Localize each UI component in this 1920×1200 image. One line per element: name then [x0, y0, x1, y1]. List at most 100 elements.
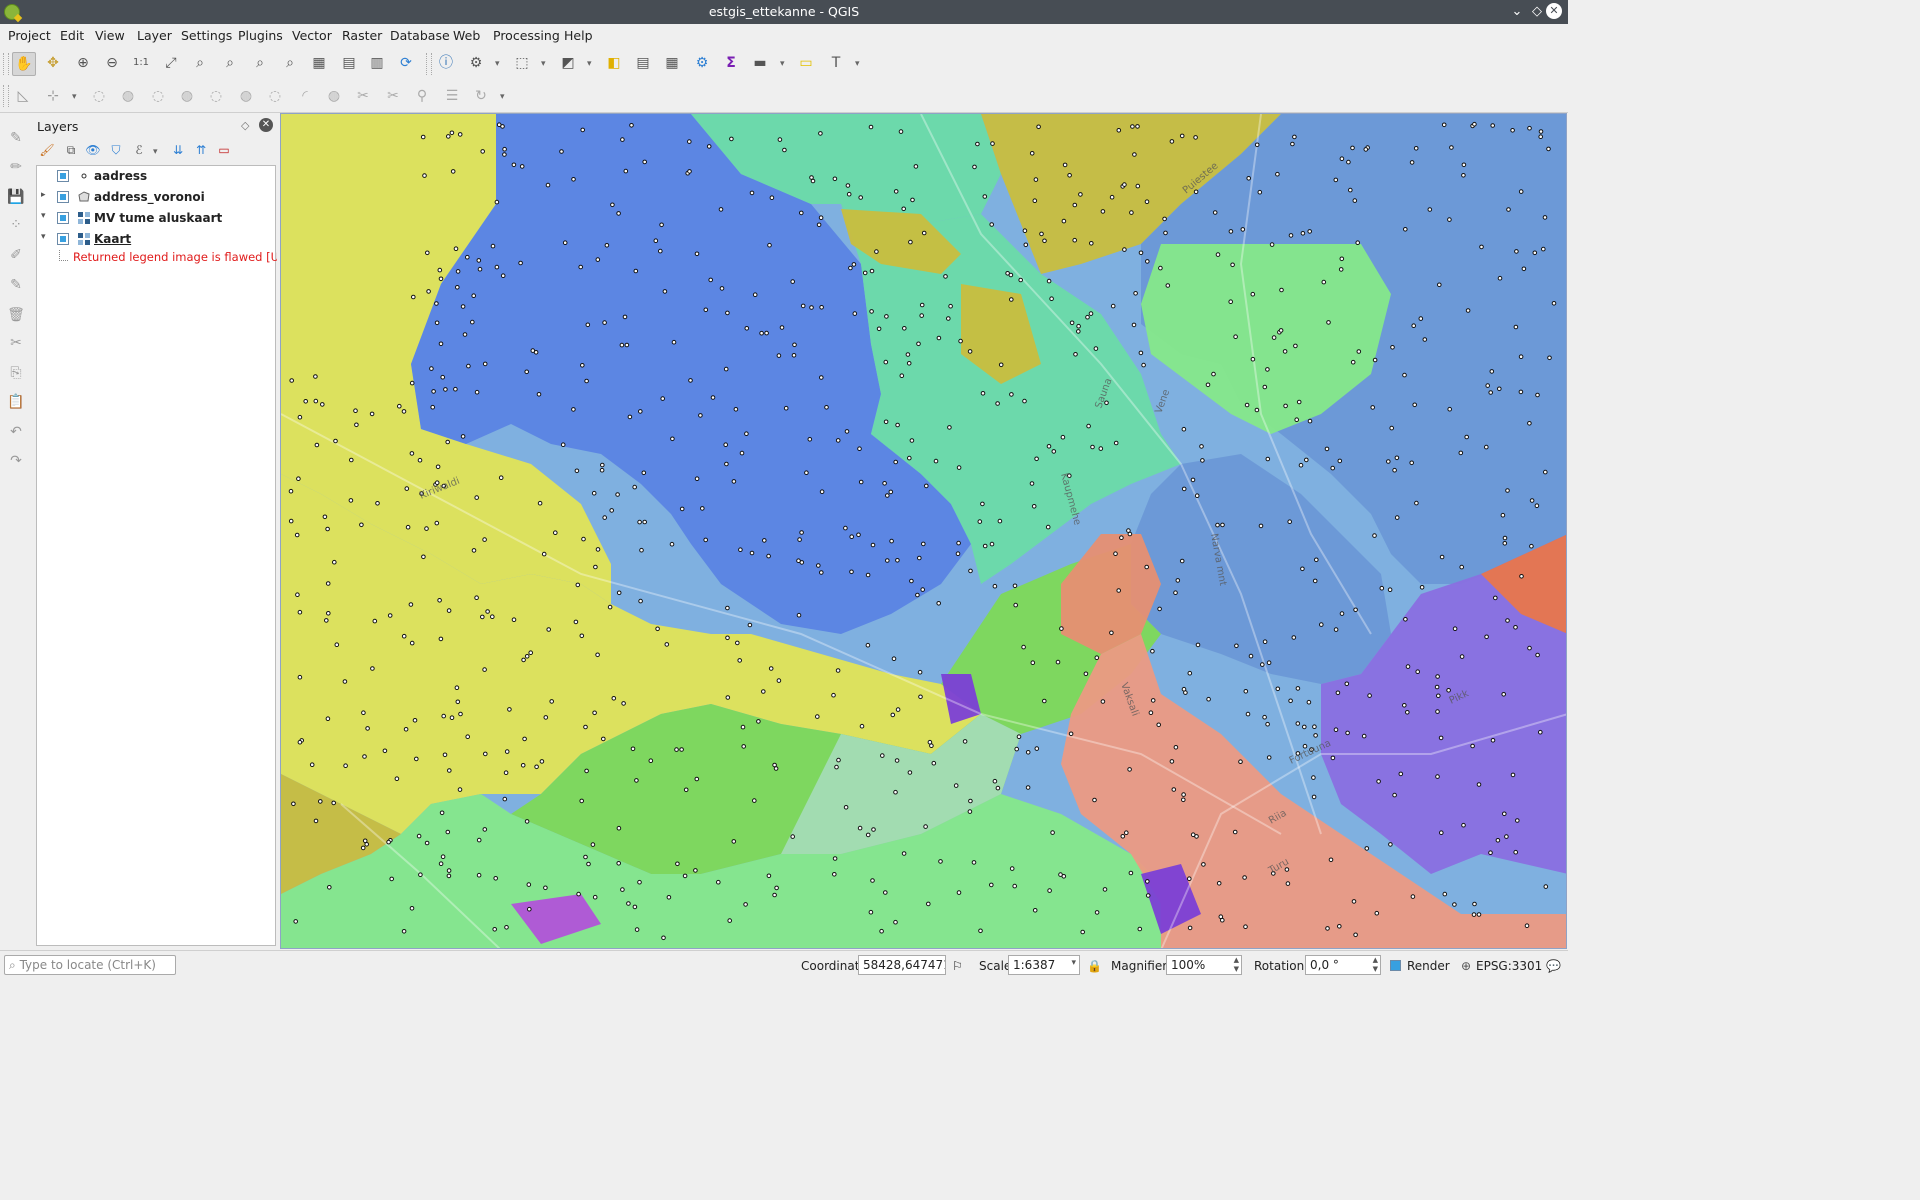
float-panel-icon[interactable]: ◇ — [241, 119, 249, 132]
deselect-all-icon[interactable]: ◧ — [603, 52, 625, 74]
lock-scale-icon[interactable]: 🔒 — [1087, 959, 1102, 973]
layer-row-kaart[interactable]: ▾ Kaart — [37, 229, 275, 250]
chevron-down-icon[interactable]: ▾ — [855, 60, 863, 69]
collapse-arrow-icon[interactable]: ▾ — [41, 232, 46, 242]
chevron-down-icon[interactable]: ▾ — [541, 60, 549, 69]
menu-database[interactable]: Database — [390, 28, 450, 43]
chevron-down-icon[interactable]: ▾ — [1071, 958, 1076, 968]
chevron-down-icon[interactable]: ▾ — [72, 93, 80, 102]
toggle-editing-icon[interactable]: ✏ — [5, 156, 27, 178]
delete-part-icon[interactable]: ◌ — [264, 85, 286, 107]
menu-web[interactable]: Web — [453, 28, 480, 43]
map-canvas[interactable]: Kiriwaldi Puiestee Sauna Vene Narva mnt … — [280, 113, 1567, 949]
zoom-last-icon[interactable]: ⌕ — [249, 52, 271, 74]
locate-search-field[interactable]: ⌕ Type to locate (Ctrl+K) — [4, 955, 176, 975]
rotate-point-symbols-icon[interactable]: ↻ — [470, 85, 492, 107]
collapse-arrow-icon[interactable]: ▾ — [41, 211, 46, 221]
select-by-value-icon[interactable]: ◩ — [557, 52, 579, 74]
expand-all-icon[interactable]: ⇊ — [169, 141, 187, 159]
minimize-icon[interactable]: ⌄ — [1508, 2, 1526, 22]
redo-icon[interactable]: ↷ — [5, 450, 27, 472]
cut-features-icon[interactable]: ✂ — [5, 332, 27, 354]
rotate-feature-icon[interactable]: ◌ — [88, 85, 110, 107]
layer-row-mv-tume-aluskaart[interactable]: ▾ MV tume aluskaart — [37, 208, 275, 229]
map-render[interactable]: Kiriwaldi Puiestee Sauna Vene Narva mnt … — [281, 114, 1567, 949]
attribute-table-icon[interactable]: ▤ — [632, 52, 654, 74]
reshape-icon[interactable]: ◜ — [294, 85, 316, 107]
merge-attributes-icon[interactable]: ☰ — [441, 85, 463, 107]
zoom-native-icon[interactable]: 1:1 — [130, 52, 152, 74]
close-panel-icon[interactable]: ✕ — [259, 118, 273, 132]
offset-curve-icon[interactable]: ◍ — [323, 85, 345, 107]
advanced-digitizing-icon[interactable]: ◺ — [12, 85, 34, 107]
coordinate-field[interactable]: 58428,6474719 — [858, 955, 946, 975]
temporal-icon[interactable]: ▥ — [366, 52, 388, 74]
add-vertex-icon[interactable]: ⊹ — [42, 85, 64, 107]
delete-ring-icon[interactable]: ◍ — [235, 85, 257, 107]
menu-plugins[interactable]: Plugins — [238, 28, 283, 43]
identify-features-icon[interactable]: ⓘ — [435, 52, 457, 74]
layer-visibility-checkbox[interactable] — [57, 170, 69, 182]
chevron-down-icon[interactable]: ▾ — [495, 60, 503, 69]
delete-selected-icon[interactable]: 🗑 — [5, 304, 27, 326]
crs-label[interactable]: EPSG:3301 — [1476, 959, 1542, 973]
toggle-extents-icon[interactable]: ⚐ — [952, 959, 963, 973]
pan-to-selection-icon[interactable]: ✥ — [42, 52, 64, 74]
menu-settings[interactable]: Settings — [181, 28, 232, 43]
add-ring-icon[interactable]: ◌ — [147, 85, 169, 107]
menu-raster[interactable]: Raster — [342, 28, 382, 43]
magnifier-spinbox[interactable]: 100% ▲ ▼ — [1166, 955, 1242, 975]
expand-arrow-icon[interactable]: ▸ — [41, 190, 46, 200]
layer-visibility-checkbox[interactable] — [57, 212, 69, 224]
chevron-down-icon[interactable]: ▾ — [153, 148, 161, 157]
simplify-icon[interactable]: ◍ — [117, 85, 139, 107]
menu-layer[interactable]: Layer — [137, 28, 172, 43]
zoom-selection-icon[interactable]: ⌕ — [189, 52, 211, 74]
split-parts-icon[interactable]: ✂ — [382, 85, 404, 107]
field-calculator-icon[interactable]: ▦ — [661, 52, 683, 74]
messages-icon[interactable]: 💬 — [1546, 959, 1561, 973]
menu-project[interactable]: Project — [8, 28, 51, 43]
chevron-down-icon[interactable]: ▾ — [500, 93, 508, 102]
zoom-full-icon[interactable]: ⤢ — [160, 52, 182, 74]
toolbar-grip[interactable] — [3, 85, 9, 107]
close-window-icon[interactable]: ✕ — [1546, 3, 1562, 19]
layer-row-aadress[interactable]: aadress — [37, 166, 275, 187]
select-features-icon[interactable]: ⬚ — [511, 52, 533, 74]
processing-toolbox-icon[interactable]: ⚙ — [691, 52, 713, 74]
modify-attributes-icon[interactable]: ✎ — [5, 274, 27, 296]
undo-icon[interactable]: ↶ — [5, 421, 27, 443]
text-annotation-icon[interactable]: T — [825, 52, 847, 74]
toolbar-grip[interactable] — [426, 53, 432, 75]
refresh-icon[interactable]: ⟳ — [395, 52, 417, 74]
open-layer-styling-icon[interactable]: 🖌 — [38, 141, 56, 159]
new-bookmark-icon[interactable]: ▦ — [308, 52, 330, 74]
spin-arrows-icon[interactable]: ▲ ▼ — [1234, 956, 1239, 974]
split-features-icon[interactable]: ✂ — [352, 85, 374, 107]
menu-vector[interactable]: Vector — [292, 28, 332, 43]
scale-combo[interactable]: 1:6387 ▾ — [1008, 955, 1080, 975]
menu-view[interactable]: View — [95, 28, 125, 43]
paste-features-icon[interactable]: 📋 — [5, 391, 27, 413]
menu-processing[interactable]: Processing — [493, 28, 560, 43]
collapse-all-icon[interactable]: ⇈ — [192, 141, 210, 159]
layer-row-address-voronoi[interactable]: ▸ address_voronoi — [37, 187, 275, 208]
filter-legend-icon[interactable]: ⛉ — [107, 141, 125, 159]
crs-globe-icon[interactable]: ⊕ — [1461, 959, 1471, 973]
fill-ring-icon[interactable]: ◌ — [205, 85, 227, 107]
zoom-next-icon[interactable]: ⌕ — [279, 52, 301, 74]
statistical-summary-icon[interactable]: Σ — [720, 52, 742, 74]
zoom-out-icon[interactable]: ⊖ — [101, 52, 123, 74]
menu-edit[interactable]: Edit — [60, 28, 84, 43]
maximize-icon[interactable]: ◇ — [1528, 2, 1546, 22]
menu-help[interactable]: Help — [564, 28, 593, 43]
add-feature-icon[interactable]: ⁘ — [5, 214, 27, 236]
vertex-tool-icon[interactable]: ✐ — [5, 244, 27, 266]
add-group-icon[interactable]: ⧉ — [62, 141, 80, 159]
render-checkbox[interactable] — [1390, 960, 1401, 971]
add-part-icon[interactable]: ◍ — [176, 85, 198, 107]
spin-arrows-icon[interactable]: ▲ ▼ — [1373, 956, 1378, 974]
run-action-icon[interactable]: ⚙ — [465, 52, 487, 74]
zoom-layer-icon[interactable]: ⌕ — [219, 52, 241, 74]
filter-expression-icon[interactable]: ℰ — [130, 141, 148, 159]
